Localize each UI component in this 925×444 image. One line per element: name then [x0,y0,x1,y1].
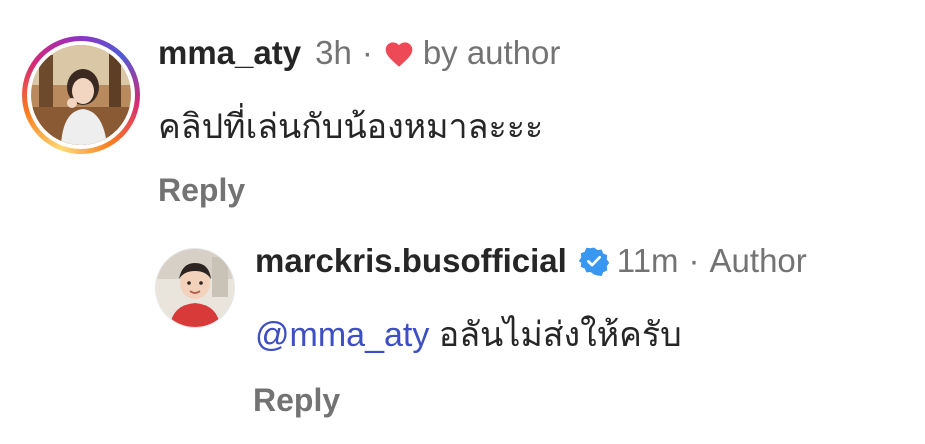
comment-body: mma_aty 3h · by author คลิปที่เล่นกับน้อ… [158,36,560,153]
reply-avatar-image [156,249,234,327]
reply-text: @mma_aty อลันไม่ส่งให้ครับ [255,307,807,361]
comment-text: คลิปที่เล่นกับน้องหมาละะะ [158,108,544,146]
avatar[interactable] [31,45,131,145]
reply-comment: marckris.busofficial 11m · Author @mma_a… [155,244,807,418]
liked-by-author-label: by author [422,34,561,71]
verified-badge-icon [578,246,609,276]
reply-meta: marckris.busofficial 11m · Author [255,244,807,277]
reply-body: marckris.busofficial 11m · Author @mma_a… [255,244,807,361]
comment-username[interactable]: mma_aty [158,36,301,69]
meta-separator: · [688,242,700,279]
reply-button[interactable]: Reply [253,382,340,419]
heart-icon [383,38,415,68]
comment-time: 3h [315,34,352,71]
mention-link[interactable]: @mma_aty [255,316,429,354]
avatar-ring-gap [27,41,135,149]
author-badge: Author [709,242,807,279]
reply-time: 11m [616,242,679,279]
comment: mma_aty 3h · by author คลิปที่เล่นกับน้อ… [22,36,560,208]
reply-text-body: อลันไม่ส่งให้ครับ [438,316,682,354]
reply-username[interactable]: marckris.busofficial [255,244,567,277]
meta-separator: · [361,34,373,71]
comment-meta: mma_aty 3h · by author [158,36,560,69]
avatar-image [31,45,131,145]
reply-avatar[interactable] [155,248,235,328]
reply-button[interactable]: Reply [158,172,245,209]
avatar-story-ring[interactable] [22,36,140,154]
